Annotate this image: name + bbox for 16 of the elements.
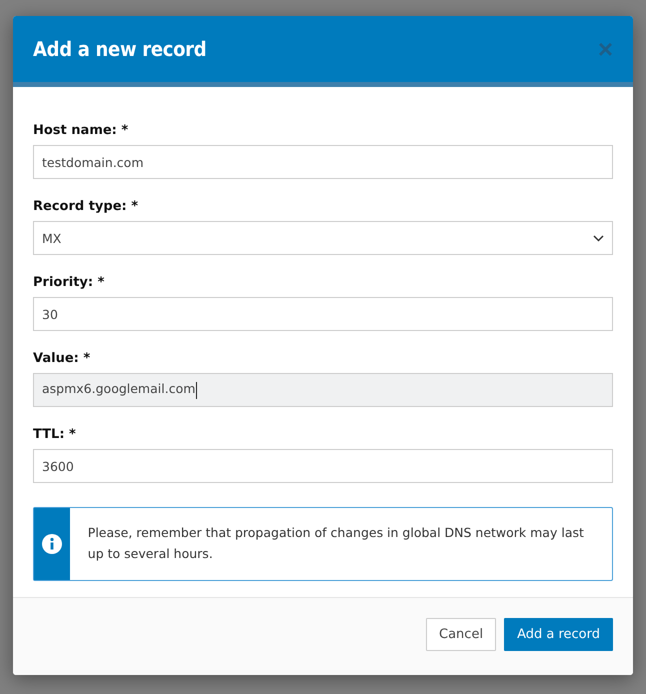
input-field[interactable]: 30 <box>33 297 613 331</box>
input-field[interactable]: testdomain.com <box>33 145 613 179</box>
field-label: TTL: * <box>33 427 77 442</box>
field-label: Priority: * <box>33 275 106 290</box>
field-label: Value: * <box>33 351 92 366</box>
input-field[interactable]: 3600 <box>33 449 613 483</box>
select-field[interactable]: MX <box>33 221 613 255</box>
add-record-button[interactable]: Add a record <box>504 618 613 651</box>
chevron-down-icon <box>593 234 604 242</box>
info-icon <box>42 534 62 554</box>
dialog-title: Add a new record <box>33 37 206 61</box>
notice-text: Please, remember that propagation of changes in global DNS network may last up to several hours. <box>86 524 585 563</box>
input-field[interactable]: aspmx6.googlemail.com <box>33 373 613 407</box>
field-label: Host name: * <box>33 123 130 138</box>
cancel-button[interactable]: Cancel <box>426 618 496 651</box>
field-label: Record type: * <box>33 199 140 214</box>
